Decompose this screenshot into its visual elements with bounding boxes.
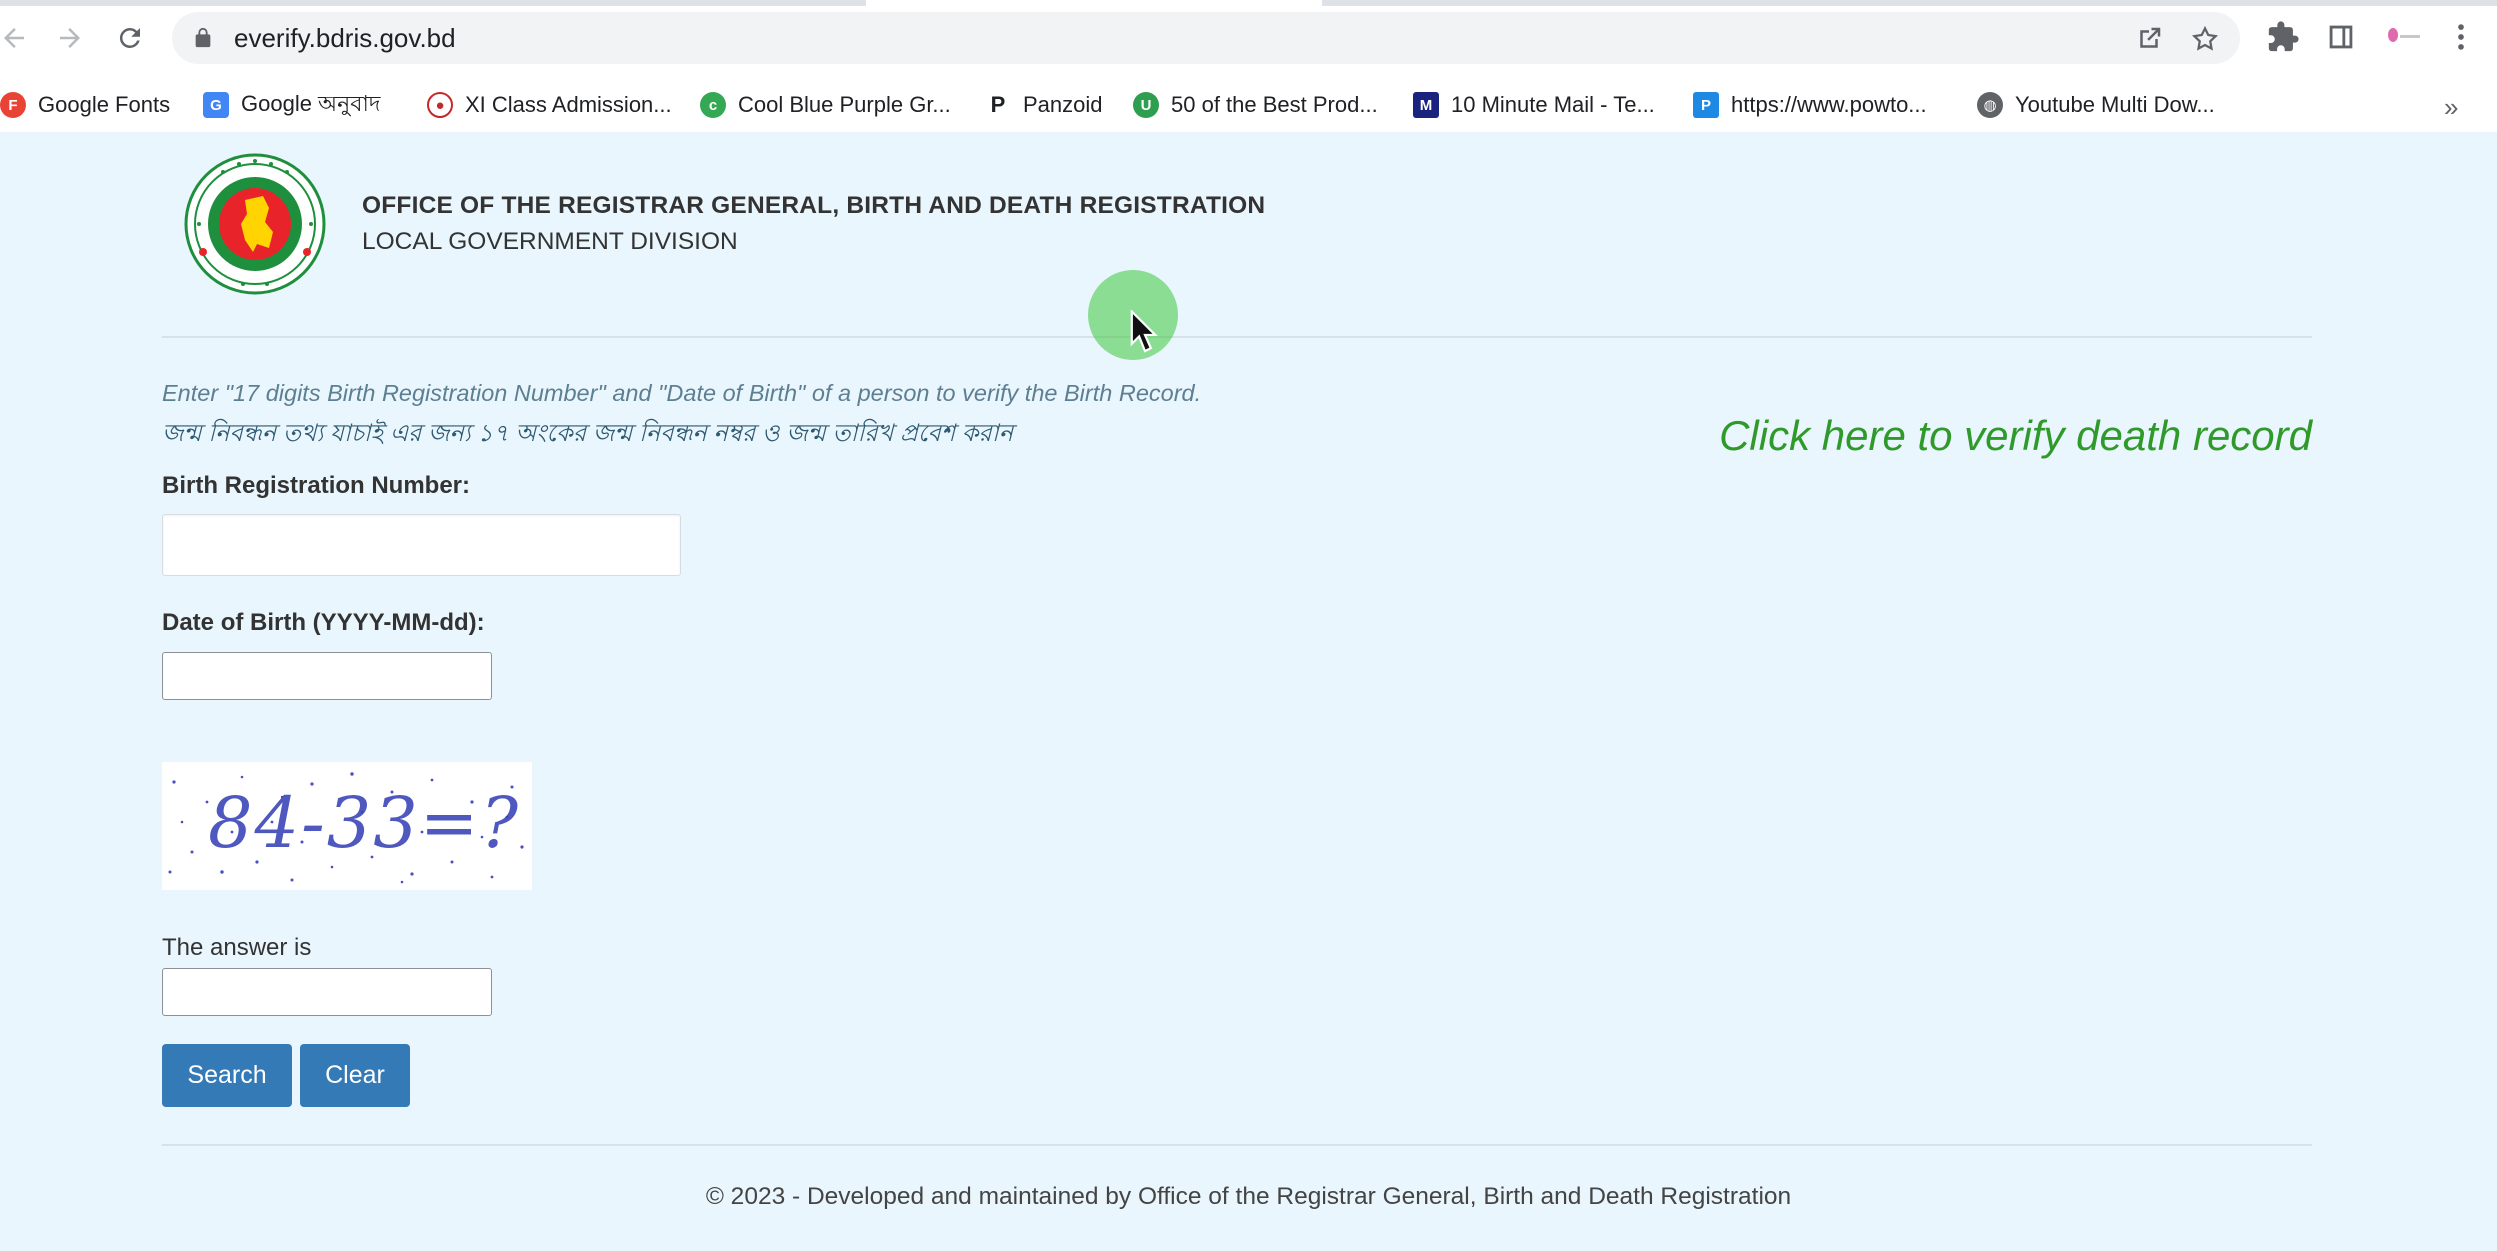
forward-button[interactable]	[50, 18, 90, 58]
answer-label: The answer is	[162, 934, 312, 961]
search-button[interactable]: Search	[162, 1044, 292, 1107]
profile-line	[2400, 35, 2420, 38]
bookmark-label: https://www.powto...	[1731, 92, 1927, 117]
ten-minute-mail-icon: M	[1413, 92, 1439, 118]
reload-button[interactable]	[110, 18, 150, 58]
gradient-icon: c	[700, 92, 726, 118]
clear-button[interactable]: Clear	[300, 1044, 410, 1107]
bookmarks-overflow-button[interactable]: »	[2444, 92, 2458, 123]
captcha-answer-input[interactable]	[162, 968, 492, 1016]
google-fonts-icon: F	[0, 92, 26, 118]
back-button[interactable]	[0, 18, 34, 58]
reload-icon	[119, 27, 140, 48]
bookmark-label: Panzoid	[1023, 92, 1103, 117]
bookmark-google-translate[interactable]: G Google অনুবাদ	[203, 88, 380, 122]
bookmark-label: Google অনুবাদ	[241, 90, 381, 116]
bookmark-label: 10 Minute Mail - Te...	[1451, 92, 1655, 117]
verify-death-record-link[interactable]: Click here to verify death record	[1719, 412, 2312, 460]
tab-strip	[0, 0, 2497, 6]
instruction-english: Enter "17 digits Birth Registration Numb…	[162, 380, 1202, 406]
brn-label: Birth Registration Number:	[162, 472, 471, 499]
panzoid-icon: P	[985, 92, 1011, 118]
bookmark-50-best-prod[interactable]: U 50 of the Best Prod...	[1133, 88, 1378, 122]
bookmark-10-minute-mail[interactable]: M 10 Minute Mail - Te...	[1413, 88, 1655, 122]
divider-bottom	[162, 1144, 2312, 1146]
extensions-icon[interactable]	[2266, 20, 2300, 54]
bookmark-powtoon[interactable]: P https://www.powto...	[1693, 88, 1927, 122]
url-text[interactable]: everify.bdris.gov.bd	[234, 23, 456, 54]
page-title: OFFICE OF THE REGISTRAR GENERAL, BIRTH A…	[362, 192, 1266, 219]
address-bar[interactable]: everify.bdris.gov.bd	[172, 12, 2240, 64]
date-of-birth-input[interactable]	[162, 652, 492, 700]
birth-registration-number-input[interactable]	[162, 514, 681, 576]
bookmark-label: Cool Blue Purple Gr...	[738, 92, 951, 117]
footer-text: © 2023 - Developed and maintained by Off…	[705, 1183, 1792, 1210]
active-tab[interactable]	[866, 0, 1322, 6]
browser-toolbar: everify.bdris.gov.bd	[0, 0, 2497, 78]
page-content: OFFICE OF THE REGISTRAR GENERAL, BIRTH A…	[0, 132, 2497, 1251]
globe-icon: ◍	[1977, 92, 2003, 118]
lock-icon[interactable]	[192, 26, 214, 50]
bookmark-star-icon[interactable]	[2190, 24, 2220, 54]
google-translate-icon: G	[203, 92, 229, 118]
bookmark-label: 50 of the Best Prod...	[1171, 92, 1378, 117]
page-subtitle: LOCAL GOVERNMENT DIVISION	[362, 228, 738, 255]
bookmark-youtube-multi-dow[interactable]: ◍ Youtube Multi Dow...	[1977, 88, 2215, 122]
bookmark-label: Google Fonts	[38, 92, 171, 117]
bd-govt-icon: ●	[427, 92, 453, 118]
bookmark-cool-blue-purple[interactable]: c Cool Blue Purple Gr...	[700, 88, 951, 122]
bookmark-label: Youtube Multi Dow...	[2015, 92, 2215, 117]
captcha-image: 84-33=?	[162, 762, 532, 890]
forward-arrow-icon	[60, 28, 80, 48]
dob-label: Date of Birth (YYYY-MM-dd):	[162, 609, 485, 636]
side-panel-icon[interactable]	[2324, 20, 2358, 54]
menu-kebab-icon[interactable]	[2444, 20, 2478, 54]
ub-icon: U	[1133, 92, 1159, 118]
bookmark-xi-class-admission[interactable]: ● XI Class Admission...	[427, 88, 672, 122]
powtoon-icon: P	[1693, 92, 1719, 118]
bookmark-label: XI Class Admission...	[465, 92, 672, 117]
bookmark-panzoid[interactable]: P Panzoid	[985, 88, 1103, 122]
profile-icon[interactable]	[2384, 20, 2424, 54]
back-arrow-icon	[4, 28, 24, 48]
instruction-bangla: জন্ম নিবন্ধন তথ্য যাচাই এর জন্য ১৭ অংকের…	[162, 420, 1014, 447]
captcha-text: 84-33=?	[208, 782, 520, 864]
divider-top	[162, 336, 2312, 338]
share-icon[interactable]	[2134, 24, 2164, 54]
bangladesh-govt-emblem-logo	[184, 153, 326, 295]
mouse-cursor-icon	[1130, 310, 1158, 353]
bookmarks-bar: F Google Fonts G Google অনুবাদ ● XI Clas…	[0, 78, 2497, 133]
bookmark-google-fonts[interactable]: F Google Fonts	[0, 88, 170, 122]
profile-avatar	[2388, 28, 2398, 42]
